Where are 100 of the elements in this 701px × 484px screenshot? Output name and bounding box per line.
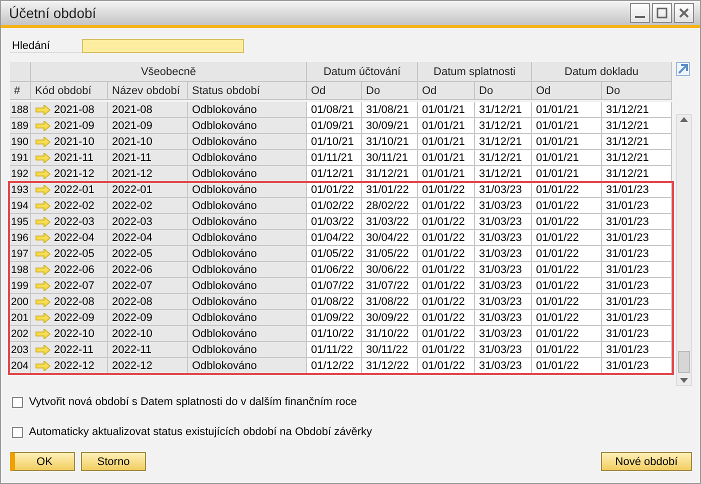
maximize-button[interactable] <box>652 3 672 23</box>
highlighted-row[interactable]: 202 2022-10 2022-10 Odblokováno 01/10/22 31/10/22 01/01/22 31/03/23 01/01/22 31/01/23 <box>10 326 672 342</box>
scroll-down-icon[interactable] <box>679 375 689 385</box>
table-cell: 31/03/23 <box>475 198 532 214</box>
table-cell: 31/01/23 <box>602 230 672 246</box>
search-field[interactable] <box>82 39 244 53</box>
table-cell: 01/01/22 <box>418 230 475 246</box>
arrow-icon[interactable] <box>35 216 51 226</box>
table-cell: 2021-08 <box>108 102 188 118</box>
table-cell: 2022-04 <box>31 230 108 246</box>
highlighted-row[interactable]: 198 2022-06 2022-06 Odblokováno 01/06/22 30/06/22 01/01/22 31/03/23 01/01/22 31/01/23 <box>10 262 672 278</box>
table-cell: 31/01/23 <box>602 358 672 374</box>
scroll-thumb[interactable] <box>678 351 690 373</box>
checkbox[interactable] <box>12 426 23 438</box>
table-cell: 01/01/21 <box>418 102 475 118</box>
table-cell: 01/05/22 <box>307 246 362 262</box>
arrow-icon[interactable] <box>35 360 51 370</box>
arrow-icon[interactable] <box>35 312 51 322</box>
table-cell: 01/01/21 <box>532 102 602 118</box>
table-cell: 01/01/21 <box>532 118 602 134</box>
table-cell: Odblokováno <box>188 214 307 230</box>
table-cell: 31/12/21 <box>475 134 532 150</box>
arrow-icon[interactable] <box>35 104 51 114</box>
column-header[interactable]: Do <box>602 82 672 100</box>
column-header[interactable]: Od <box>307 82 362 100</box>
highlighted-row[interactable]: 193 2022-01 2022-01 Odblokováno 01/01/22 31/01/22 01/01/22 31/03/23 01/01/22 31/01/23 <box>10 182 672 198</box>
table-cell: 01/01/22 <box>418 358 475 374</box>
table-cell: 01/01/22 <box>532 294 602 310</box>
arrow-icon[interactable] <box>35 152 51 162</box>
highlighted-row[interactable]: 204 2022-12 2022-12 Odblokováno 01/12/22 31/12/22 01/01/22 31/03/23 01/01/22 31/01/23 <box>10 358 672 374</box>
table-cell: 01/01/22 <box>418 246 475 262</box>
close-button[interactable] <box>674 3 694 23</box>
arrow-icon[interactable] <box>35 296 51 306</box>
table-cell: Odblokováno <box>188 198 307 214</box>
table-cell: 01/06/22 <box>307 262 362 278</box>
table-cell: 01/01/22 <box>418 182 475 198</box>
highlighted-row[interactable]: 195 2022-03 2022-03 Odblokováno 01/03/22 31/03/22 01/01/22 31/03/23 01/01/22 31/01/23 <box>10 214 672 230</box>
table-cell: 190 <box>10 134 31 150</box>
table-row[interactable]: 190 2021-10 2021-10 Odblokováno 01/10/21 31/10/21 01/01/21 31/12/21 01/01/21 31/12/21 <box>10 134 672 150</box>
scrollbar[interactable] <box>676 114 692 386</box>
table-cell: 201 <box>10 310 31 326</box>
arrow-icon[interactable] <box>35 232 51 242</box>
table-row[interactable]: 188 2021-08 2021-08 Odblokováno 01/08/21 31/08/21 01/01/21 31/12/21 01/01/21 31/12/21 <box>10 102 672 118</box>
table-cell: 2021-10 <box>31 134 108 150</box>
new-period-button[interactable]: Nové období <box>601 452 692 471</box>
table-cell: 196 <box>10 230 31 246</box>
table-cell: 2022-04 <box>108 230 188 246</box>
table-cell: 31/03/23 <box>475 262 532 278</box>
highlighted-row[interactable]: 197 2022-05 2022-05 Odblokováno 01/05/22 31/05/22 01/01/22 31/03/23 01/01/22 31/01/23 <box>10 246 672 262</box>
table-cell: 01/10/21 <box>307 134 362 150</box>
cancel-button[interactable]: Storno <box>81 452 146 471</box>
table-cell: 01/01/22 <box>532 358 602 374</box>
column-header[interactable]: Status období <box>188 82 307 100</box>
table-cell: 2022-07 <box>108 278 188 294</box>
column-header[interactable]: Do <box>475 82 532 100</box>
table-cell: 01/01/21 <box>418 118 475 134</box>
table-cell: 31/03/23 <box>475 342 532 358</box>
arrow-icon[interactable] <box>35 280 51 290</box>
column-header[interactable]: Kód období <box>31 82 108 100</box>
highlighted-row[interactable]: 196 2022-04 2022-04 Odblokováno 01/04/22 30/04/22 01/01/22 31/03/23 01/01/22 31/01/23 <box>10 230 672 246</box>
table-row[interactable]: 189 2021-09 2021-09 Odblokováno 01/09/21 30/09/21 01/01/21 31/12/21 01/01/21 31/12/21 <box>10 118 672 134</box>
column-header[interactable]: # <box>10 82 31 100</box>
column-header[interactable]: Od <box>532 82 602 100</box>
highlighted-row[interactable]: 199 2022-07 2022-07 Odblokováno 01/07/22 31/07/22 01/01/22 31/03/23 01/01/22 31/01/23 <box>10 278 672 294</box>
arrow-icon[interactable] <box>35 248 51 258</box>
table-cell: 01/01/22 <box>532 342 602 358</box>
highlighted-row[interactable]: 194 2022-02 2022-02 Odblokováno 01/02/22 28/02/22 01/01/22 31/03/23 01/01/22 31/01/23 <box>10 198 672 214</box>
ok-button[interactable]: OK <box>10 452 75 471</box>
arrow-icon[interactable] <box>35 120 51 130</box>
column-header[interactable]: Do <box>362 82 418 100</box>
arrow-icon[interactable] <box>35 344 51 354</box>
table-cell: 01/01/22 <box>307 182 362 198</box>
table-cell: 31/12/22 <box>362 358 418 374</box>
arrow-icon[interactable] <box>35 184 51 194</box>
arrow-icon[interactable] <box>35 168 51 178</box>
column-header[interactable]: Od <box>418 82 475 100</box>
table-cell: 31/03/23 <box>475 230 532 246</box>
table-cell: 200 <box>10 294 31 310</box>
table-cell: 31/03/23 <box>475 294 532 310</box>
table-row[interactable]: 191 2021-11 2021-11 Odblokováno 01/11/21 30/11/21 01/01/21 31/12/21 01/01/21 31/12/21 <box>10 150 672 166</box>
expand-icon[interactable] <box>676 62 690 76</box>
table-cell: 2022-03 <box>108 214 188 230</box>
checkbox[interactable] <box>12 396 23 408</box>
table-cell: 31/01/23 <box>602 342 672 358</box>
table-row[interactable]: 192 2021-12 2021-12 Odblokováno 01/12/21 31/12/21 01/01/21 31/12/21 01/01/21 31/12/21 <box>10 166 672 182</box>
table-cell: 30/09/21 <box>362 118 418 134</box>
highlighted-row[interactable]: 200 2022-08 2022-08 Odblokováno 01/08/22 31/08/22 01/01/22 31/03/23 01/01/22 31/01/23 <box>10 294 672 310</box>
arrow-icon[interactable] <box>35 328 51 338</box>
arrow-icon[interactable] <box>35 136 51 146</box>
table-cell: 31/03/23 <box>475 358 532 374</box>
column-header[interactable]: Název období <box>108 82 188 100</box>
highlighted-row[interactable]: 203 2022-11 2022-11 Odblokováno 01/11/22 30/11/22 01/01/22 31/03/23 01/01/22 31/01/23 <box>10 342 672 358</box>
minimize-button[interactable] <box>630 3 650 23</box>
scroll-up-icon[interactable] <box>679 115 689 125</box>
highlighted-row[interactable]: 201 2022-09 2022-09 Odblokováno 01/09/22 30/09/22 01/01/22 31/03/23 01/01/22 31/01/23 <box>10 310 672 326</box>
minimize-icon <box>635 16 645 18</box>
arrow-icon[interactable] <box>35 200 51 210</box>
table-cell: 31/01/23 <box>602 294 672 310</box>
arrow-icon[interactable] <box>35 264 51 274</box>
table-cell: 31/01/23 <box>602 262 672 278</box>
